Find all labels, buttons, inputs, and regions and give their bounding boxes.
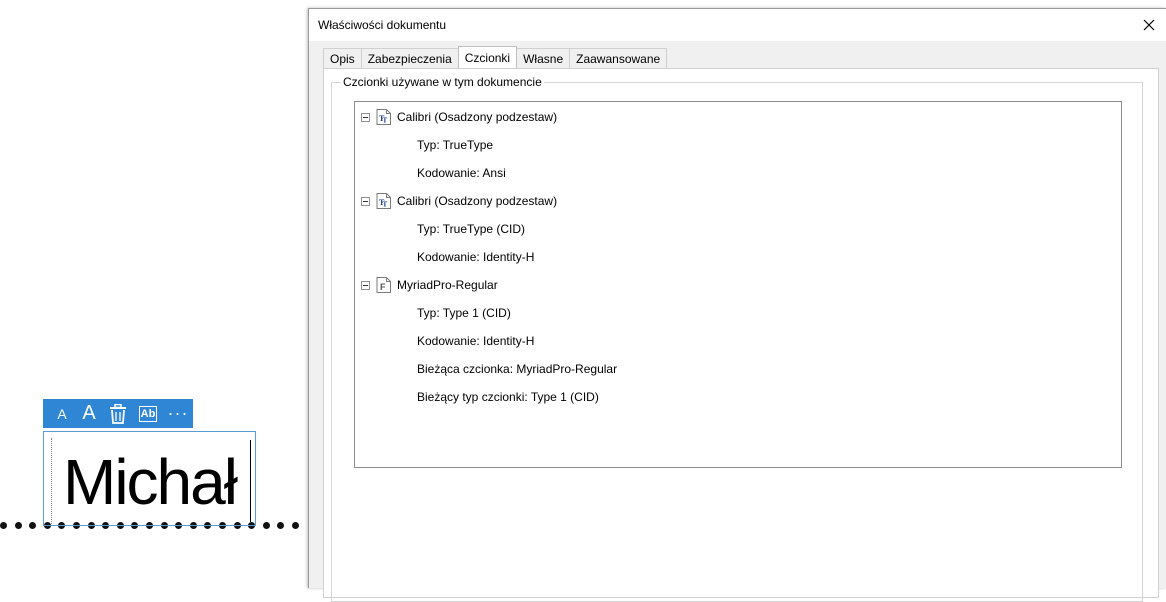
signature-text-field[interactable]: Michał bbox=[43, 431, 256, 526]
signature-line-dot bbox=[0, 521, 7, 529]
dialog-title: Właściwości dokumentu bbox=[318, 18, 447, 32]
signature-text[interactable]: Michał bbox=[63, 446, 238, 518]
svg-text:T: T bbox=[383, 201, 388, 209]
font-type: Typ: TrueType (CID) bbox=[417, 222, 526, 236]
font-encoding: Kodowanie: Identity-H bbox=[417, 334, 535, 348]
signature-line-dot bbox=[277, 521, 285, 529]
font-type: Typ: Type 1 (CID) bbox=[417, 306, 511, 320]
decrease-font-size-button[interactable]: A bbox=[49, 399, 75, 428]
fonts-tab-panel: Czcionki używane w tym dokumencie T T Ca… bbox=[323, 68, 1159, 602]
signature-line-dot bbox=[14, 521, 22, 529]
fonts-group-label: Czcionki używane w tym dokumencie bbox=[341, 75, 544, 89]
tab-czcionki[interactable]: Czcionki bbox=[457, 46, 518, 68]
signature-line-dot bbox=[291, 521, 299, 529]
field-guide-line bbox=[51, 438, 52, 524]
collapse-toggle[interactable] bbox=[361, 280, 370, 290]
font-encoding: Kodowanie: Identity-H bbox=[417, 250, 535, 264]
tree-node-font[interactable]: T T Calibri (Osadzony podzestaw) bbox=[361, 191, 557, 211]
signature-line-dot bbox=[262, 521, 270, 529]
text-caret bbox=[250, 440, 251, 522]
truetype-font-icon: T T bbox=[376, 193, 391, 209]
document-properties-dialog: Właściwości dokumentu Opis Zabezpieczeni… bbox=[308, 8, 1166, 602]
font-name: Calibri (Osadzony podzestaw) bbox=[397, 194, 558, 208]
tab-zaawansowane[interactable]: Zaawansowane bbox=[569, 48, 668, 68]
tab-zabezpieczenia[interactable]: Zabezpieczenia bbox=[360, 48, 459, 68]
font-name: Calibri (Osadzony podzestaw) bbox=[397, 110, 558, 124]
close-button[interactable] bbox=[1134, 10, 1164, 40]
more-options-button[interactable]: ··· bbox=[163, 399, 193, 428]
tab-opis[interactable]: Opis bbox=[323, 48, 362, 68]
tree-node-font[interactable]: T T Calibri (Osadzony podzestaw) bbox=[361, 107, 557, 127]
fonts-tree[interactable]: T T Calibri (Osadzony podzestaw) Typ: Tr… bbox=[354, 101, 1122, 468]
signature-line-dot bbox=[29, 521, 37, 529]
delete-button[interactable] bbox=[103, 399, 133, 428]
tree-node-font[interactable]: F MyriadPro-Regular bbox=[361, 275, 498, 295]
close-icon bbox=[1143, 19, 1155, 31]
dialog-tabs: Opis Zabezpieczenia Czcionki Własne Zaaw… bbox=[323, 46, 668, 68]
collapse-toggle[interactable] bbox=[361, 196, 370, 206]
type1-font-icon: F bbox=[376, 277, 391, 293]
text-properties-button[interactable]: Ab bbox=[133, 399, 163, 428]
current-font: Bieżąca czcionka: MyriadPro-Regular bbox=[417, 362, 618, 376]
fonts-group: Czcionki używane w tym dokumencie T T Ca… bbox=[331, 75, 1143, 602]
text-edit-toolbar: A A Ab ··· bbox=[43, 399, 193, 428]
svg-text:T: T bbox=[383, 117, 388, 125]
current-font-type: Bieżący typ czcionki: Type 1 (CID) bbox=[417, 390, 599, 404]
truetype-font-icon: T T bbox=[376, 109, 391, 125]
text-properties-icon: Ab bbox=[138, 405, 158, 422]
tab-wlasne[interactable]: Własne bbox=[516, 48, 571, 68]
font-name: MyriadPro-Regular bbox=[397, 278, 498, 292]
font-encoding: Kodowanie: Ansi bbox=[417, 166, 506, 180]
dialog-titlebar[interactable]: Właściwości dokumentu bbox=[309, 9, 1166, 41]
increase-font-size-button[interactable]: A bbox=[75, 399, 103, 428]
svg-text:F: F bbox=[380, 282, 386, 292]
font-type: Typ: TrueType bbox=[417, 138, 494, 152]
trash-icon bbox=[110, 403, 126, 424]
collapse-toggle[interactable] bbox=[361, 112, 370, 122]
